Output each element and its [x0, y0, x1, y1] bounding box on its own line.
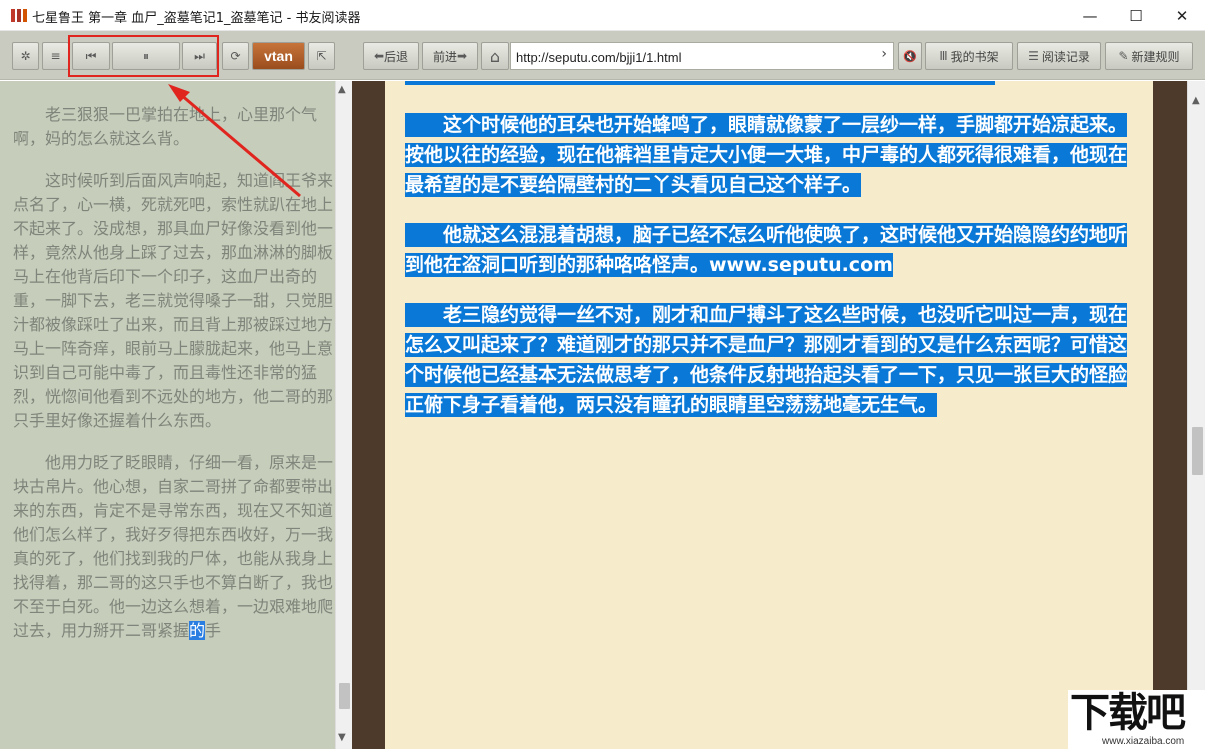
reader-pane: 这个时候他的耳朵也开始蜂鸣了，眼睛就像蒙了一层纱一样，手脚都开始凉起来。按他以往…	[352, 81, 1187, 749]
reader-content: 这个时候他的耳朵也开始蜂鸣了，眼睛就像蒙了一层纱一样，手脚都开始凉起来。按他以往…	[405, 110, 1128, 440]
reader-paragraph: 老三隐约觉得一丝不对，刚才和血尸搏斗了这么些时候，也没听它叫过一声，现在怎么又叫…	[405, 303, 1128, 417]
watermark-site: www.xiazaiba.com	[1102, 736, 1185, 747]
scroll-up-icon[interactable]: ▲	[1192, 95, 1200, 106]
arrow-right-icon: ➡	[456, 49, 468, 63]
title-bar: 七星鲁王 第一章 血尸_盗墓笔记1_盗墓笔记 - 书友阅读器 — ☐ ✕	[0, 0, 1205, 31]
left-scroll-thumb[interactable]	[339, 683, 350, 709]
url-input[interactable]	[516, 47, 866, 67]
menu-button[interactable]: ≡	[42, 42, 69, 70]
reader-scroll-thumb[interactable]	[1192, 427, 1203, 475]
left-paragraph: 这时候听到后面风声响起，知道阎王爷来点名了，心一横，死就死吧，索性就趴在地上不起…	[13, 171, 334, 430]
watermark-logo-text: 下载吧	[1070, 690, 1186, 736]
close-button[interactable]: ✕	[1159, 0, 1205, 31]
selected-char: 的	[189, 621, 206, 640]
new-rule-label: 新建规则	[1131, 49, 1180, 64]
minimize-button[interactable]: —	[1067, 0, 1113, 31]
home-button[interactable]: ⌂	[481, 42, 509, 70]
left-paragraph: 老三狠狠一巴掌拍在地上，心里那个气啊，妈的怎么就这么背。	[13, 105, 318, 148]
scroll-down-icon[interactable]: ▼	[338, 732, 346, 743]
address-bar: ›	[510, 42, 894, 70]
menu-icon: ≡	[50, 49, 61, 63]
refresh-button[interactable]: ⟳	[222, 42, 249, 70]
back-label: 后退	[384, 49, 409, 64]
edit-icon: ✎	[1118, 49, 1129, 63]
refresh-icon: ⟳	[230, 49, 241, 63]
left-paragraph-text: 他用力眨了眨眼睛，仔细一看，原来是一块古帛片。他心想，自家二哥拼了命都要带出来的…	[13, 453, 334, 640]
arrow-left-icon: ⬅	[373, 49, 385, 63]
settings-button[interactable]: ✲	[12, 42, 39, 70]
reading-history-label: 阅读记录	[1041, 49, 1090, 64]
reader-paragraph: 他就这么混混着胡想，脑子已经不怎么听他使唤了，这时候他又开始隐隐约约地听到他在盗…	[405, 223, 1128, 277]
new-rule-button[interactable]: ✎ 新建规则	[1105, 42, 1193, 70]
left-scrollbar[interactable]: ▲ ▼	[335, 81, 352, 749]
bookshelf-label: 我的书架	[950, 49, 999, 64]
vtan-button[interactable]: vtan	[252, 42, 305, 70]
mute-button[interactable]: 🔇	[898, 42, 922, 70]
forward-label: 前进	[432, 49, 457, 64]
scroll-up-icon[interactable]: ▲	[338, 84, 346, 95]
list-icon: ☰	[1028, 49, 1039, 63]
left-paragraph: 他用力眨了眨眼睛，仔细一看，原来是一块古帛片。他心想，自家二哥拼了命都要带出来的…	[13, 451, 335, 643]
annotation-highlight-box	[68, 35, 219, 77]
export-icon: ⇱	[316, 49, 327, 63]
back-button[interactable]: ⬅ 后退	[363, 42, 419, 70]
export-button[interactable]: ⇱	[308, 42, 335, 70]
left-paragraph-tail: 手	[205, 621, 222, 640]
left-text-content: 老三狠狠一巴掌拍在地上，心里那个气啊，妈的怎么就这么背。 这时候听到后面风声响起…	[13, 103, 335, 661]
reading-history-button[interactable]: ☰ 阅读记录	[1017, 42, 1101, 70]
forward-button[interactable]: 前进 ➡	[422, 42, 478, 70]
bookshelf-icon: Ⅲ	[939, 49, 948, 63]
reader-scrollbar[interactable]: ▲	[1187, 81, 1205, 749]
go-icon[interactable]: ›	[881, 46, 887, 62]
bookshelf-button[interactable]: Ⅲ 我的书架	[925, 42, 1013, 70]
maximize-button[interactable]: ☐	[1113, 0, 1159, 31]
home-icon: ⌂	[489, 46, 501, 66]
window-title: 七星鲁王 第一章 血尸_盗墓笔记1_盗墓笔记 - 书友阅读器	[32, 11, 361, 26]
selection-overflow	[405, 81, 995, 85]
book-icon	[11, 9, 27, 22]
watermark-logo: 下载吧 www.xiazaiba.com	[1068, 690, 1205, 749]
reader-paragraph: 这个时候他的耳朵也开始蜂鸣了，眼睛就像蒙了一层纱一样，手脚都开始凉起来。按他以往…	[405, 113, 1128, 197]
speaker-mute-icon: 🔇	[903, 49, 917, 63]
settings-icon: ✲	[20, 49, 31, 63]
left-text-pane[interactable]: 老三狠狠一巴掌拍在地上，心里那个气啊，妈的怎么就这么背。 这时候听到后面风声响起…	[0, 81, 335, 749]
book-page[interactable]: 这个时候他的耳朵也开始蜂鸣了，眼睛就像蒙了一层纱一样，手脚都开始凉起来。按他以往…	[385, 81, 1153, 749]
